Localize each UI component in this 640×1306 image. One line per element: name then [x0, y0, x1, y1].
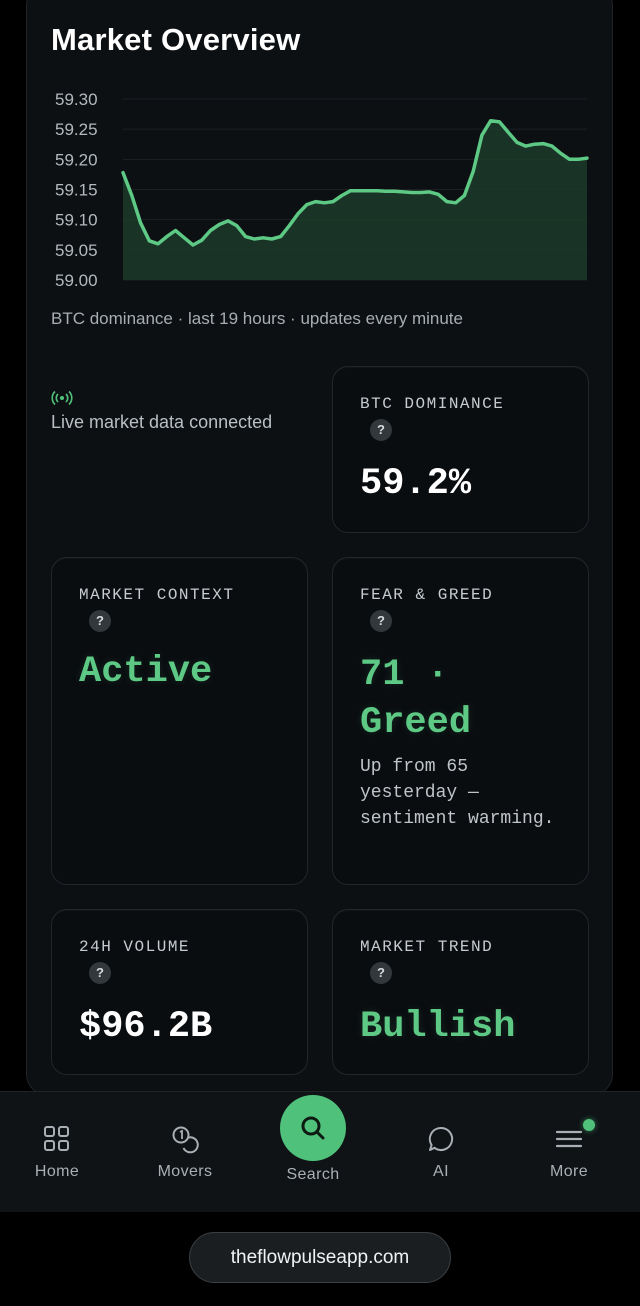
volume-label: 24H VOLUME [79, 938, 191, 956]
volume-tile: 24H VOLUME ? $96.2B [51, 909, 308, 1075]
market-trend-value: Bullish [360, 1006, 516, 1048]
chart-caption: BTC dominance · last 19 hours · updates … [51, 309, 463, 328]
notification-dot [583, 1119, 595, 1131]
btc-dominance-tile: BTC DOMINANCE ? 59.2% [332, 366, 589, 533]
fear-greed-tile: FEAR & GREED ? 71 · Greed Up from 65 yes… [332, 557, 589, 885]
help-icon[interactable]: ? [89, 610, 111, 632]
fear-greed-label: FEAR & GREED [360, 586, 494, 604]
help-icon[interactable]: ? [370, 419, 392, 441]
fear-greed-value: 71 · Greed [360, 654, 472, 744]
chat-bubble-icon [428, 1126, 454, 1151]
live-status: Live market data connected [51, 390, 272, 433]
y-tick-label: 59.30 [55, 90, 98, 109]
market-trend-label: MARKET TREND [360, 938, 494, 956]
broadcast-icon [51, 390, 73, 406]
y-tick-label: 59.10 [55, 211, 98, 230]
y-tick-label: 59.05 [55, 241, 98, 260]
coins-icon [172, 1126, 199, 1154]
search-button[interactable] [280, 1095, 346, 1161]
y-tick-label: 59.15 [55, 181, 98, 200]
page-title: Market Overview [51, 22, 301, 57]
btc-dominance-value: 59.2% [360, 463, 472, 505]
market-context-tile: MARKET CONTEXT ? Active [51, 557, 308, 885]
market-trend-tile: MARKET TREND ? Bullish [332, 909, 589, 1075]
nav-movers-label: Movers [157, 1163, 213, 1180]
nav-more-label: More [549, 1163, 589, 1180]
market-context-value: Active [79, 651, 213, 693]
nav-search-label: Search [286, 1166, 340, 1183]
nav-movers[interactable]: Movers [135, 1092, 235, 1181]
nav-ai-label: AI [433, 1163, 449, 1180]
menu-icon [555, 1130, 583, 1148]
y-tick-label: 59.20 [55, 150, 98, 169]
y-tick-label: 59.25 [55, 120, 98, 139]
volume-value: $96.2B [79, 1006, 213, 1048]
fear-greed-note: Up from 65 yesterday — sentiment warming… [360, 757, 555, 829]
help-icon[interactable]: ? [89, 962, 111, 984]
y-tick-label: 59.00 [55, 271, 98, 290]
chart-area-fill [123, 120, 587, 280]
nav-home[interactable]: Home [7, 1092, 107, 1181]
help-icon[interactable]: ? [370, 962, 392, 984]
bottom-nav: Home Movers Search AI More [0, 1091, 640, 1212]
market-context-label: MARKET CONTEXT [79, 586, 235, 604]
nav-home-label: Home [34, 1163, 80, 1180]
live-status-text: Live market data connected [51, 412, 273, 432]
search-icon [301, 1116, 325, 1140]
nav-ai[interactable]: AI [391, 1092, 491, 1181]
grid-icon [44, 1126, 69, 1151]
help-icon[interactable]: ? [370, 610, 392, 632]
url-bar[interactable]: theflowpulseapp.com [189, 1232, 451, 1283]
btc-dominance-label: BTC DOMINANCE [360, 395, 505, 413]
nav-more[interactable]: More [519, 1092, 619, 1181]
btc-dominance-chart: 59.30 59.25 59.20 59.15 59.10 59.05 59.00 [55, 90, 589, 290]
